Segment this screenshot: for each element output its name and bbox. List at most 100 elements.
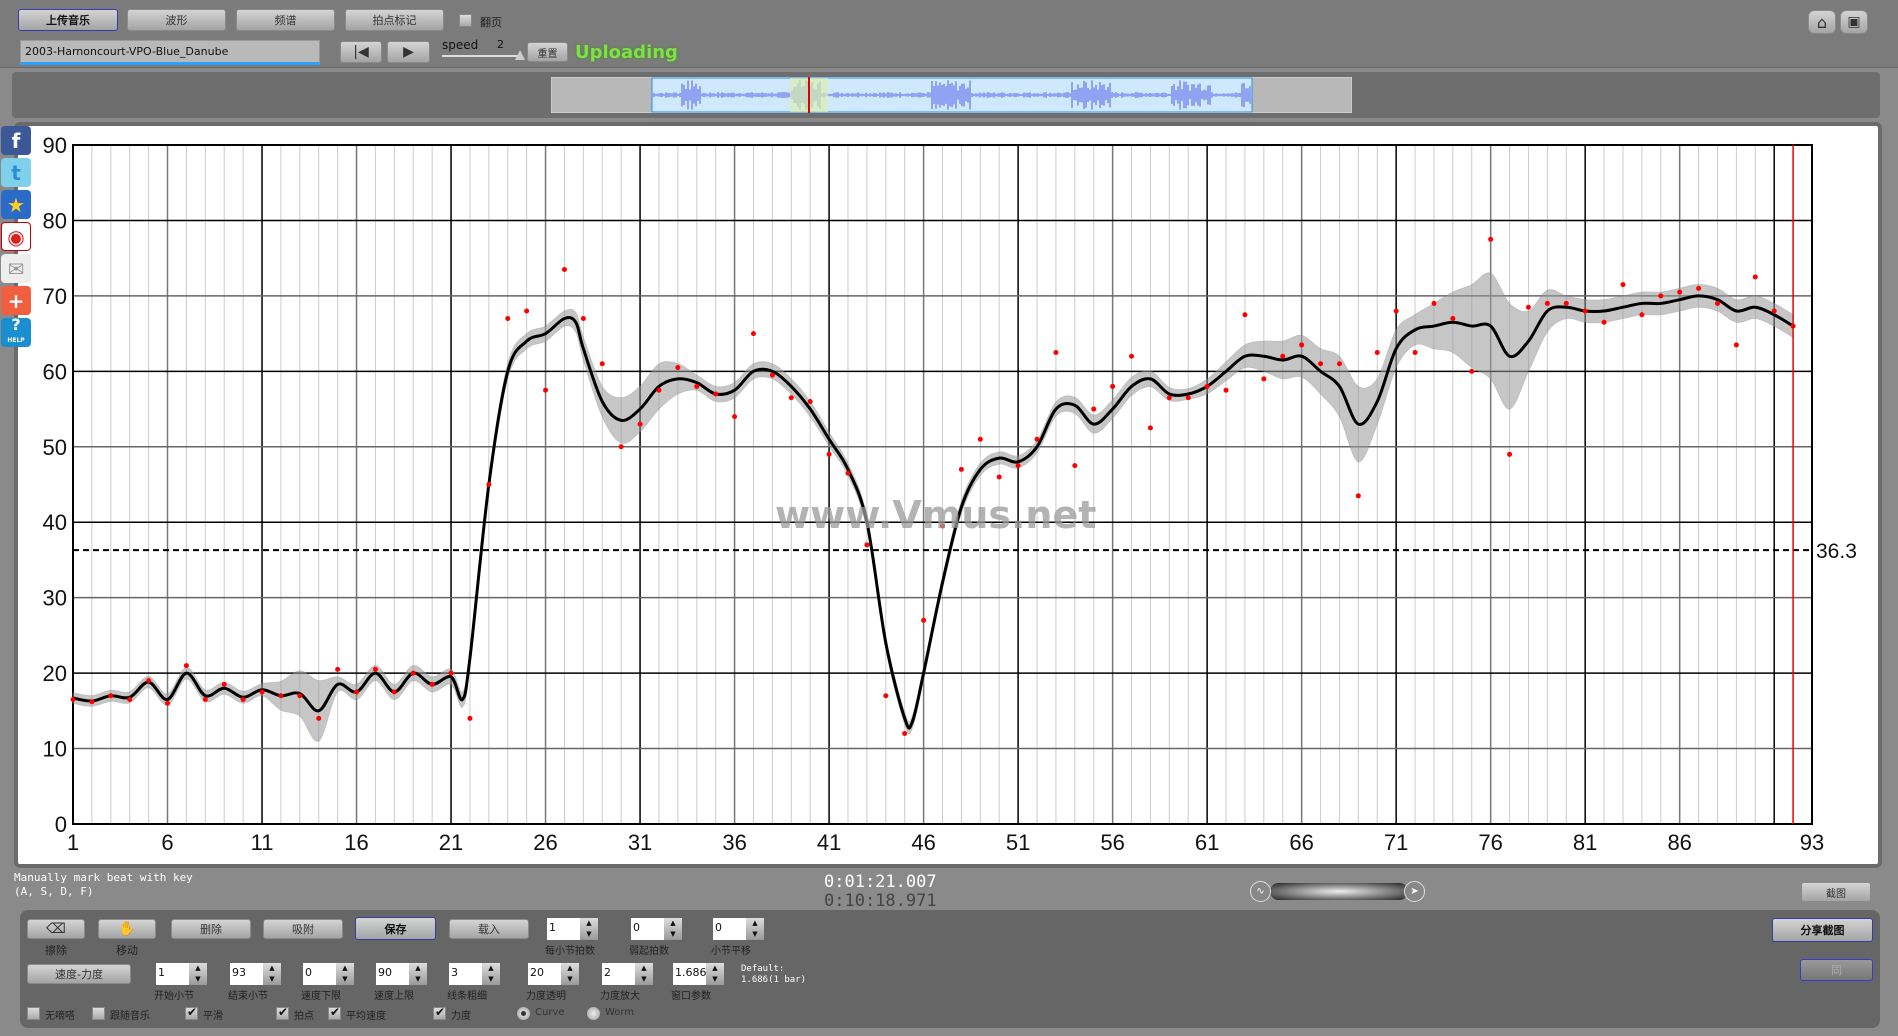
beat-point [1771,308,1777,314]
beat-point [183,663,189,669]
beat-point [1696,285,1702,291]
move-button[interactable]: ✋ [98,919,156,939]
spinner-arrows-icon[interactable]: ▲ ▼ [706,963,724,985]
beat-point [883,693,889,699]
row1-2-spinner[interactable]: 0 ▲ ▼ [713,918,764,940]
row2-4-value[interactable]: 3 [449,963,482,985]
total-time: 0:10:18.971 [824,891,937,911]
spinner-arrows-icon[interactable]: ▲ ▼ [580,918,598,940]
beat-point [335,666,341,672]
view-radio-0[interactable] [517,1007,530,1020]
help-text: HELP [7,336,25,344]
beat-point [1488,236,1494,242]
save-button[interactable]: 保存 [355,917,436,940]
row1-0-spinner[interactable]: 1 ▲ ▼ [547,918,598,940]
beat-point [1053,349,1059,355]
spinner-arrows-icon[interactable]: ▲ ▼ [561,963,579,985]
option-checkbox-0[interactable] [27,1007,40,1020]
row2-0-spinner[interactable]: 1 ▲ ▼ [156,963,207,985]
beat-point [354,689,360,695]
option-checkbox-2[interactable] [185,1005,198,1020]
option-checkbox-1[interactable] [92,1007,105,1020]
beat-point [372,666,378,672]
row2-7-value[interactable]: 1.686 [673,963,707,985]
spinner-arrows-icon[interactable]: ▲ ▼ [263,963,281,985]
row2-0-value[interactable]: 1 [156,963,189,985]
waveform-icon[interactable]: ∿ [1250,881,1271,902]
add-icon[interactable]: + [1,286,31,315]
fast-forward-icon[interactable]: ➤ [1404,881,1425,902]
tempo-chart[interactable]: 01020304050607080901 6 11 16 21 26 31 36 41 46 51 5… [0,0,1898,870]
beat-point [713,391,719,397]
option-checkbox-5[interactable] [433,1005,446,1020]
spinner-arrows-icon[interactable]: ▲ ▼ [482,963,500,985]
facebook-icon[interactable]: f [1,126,31,155]
x-tick-label: 76 [1478,830,1502,855]
beat-point [1147,425,1153,431]
playback-slider[interactable]: ∿ ➤ [1250,881,1426,902]
y-tick-label: 60 [43,359,67,384]
load-button[interactable]: 载入 [449,919,529,939]
beat-point [146,678,152,684]
spinner-arrows-icon[interactable]: ▲ ▼ [664,918,682,940]
sync-button[interactable]: 同 [1800,959,1873,981]
row2-6-value[interactable]: 2 [602,963,635,985]
x-tick-label: 46 [911,830,935,855]
eraser-button[interactable]: ⌫ [27,919,85,939]
beat-point [1620,282,1626,288]
move-label: 移动 [116,944,138,957]
row2-5-spinner[interactable]: 20 ▲ ▼ [528,963,579,985]
spinner-arrows-icon[interactable]: ▲ ▼ [336,963,354,985]
tempo-dynamics-button[interactable]: 速度-力度 [27,964,131,984]
beat-point [1544,300,1550,306]
beat-point [1015,463,1021,469]
beat-point [1658,293,1664,299]
row2-2-spinner[interactable]: 0 ▲ ▼ [303,963,354,985]
beat-point [1355,493,1361,499]
row2-3-spinner[interactable]: 90 ▲ ▼ [376,963,427,985]
delete-button[interactable]: 删除 [171,919,251,939]
beat-point [278,693,284,699]
view-radio-label-1: Worm [605,1007,635,1018]
option-checkbox-3[interactable] [276,1005,289,1020]
beat-point [1450,316,1456,322]
twitter-icon[interactable]: t [1,158,31,187]
row2-1-label: 结束小节 [228,991,268,1002]
beat-point [561,266,567,272]
row2-7-spinner[interactable]: 1.686 ▲ ▼ [673,963,724,985]
option-label-1: 跟随音乐 [110,1011,150,1022]
row2-1-spinner[interactable]: 93 ▲ ▼ [230,963,281,985]
row1-1-value[interactable]: 0 [631,918,664,940]
row2-5-value[interactable]: 20 [528,963,561,985]
view-radio-1[interactable] [587,1007,600,1020]
spinner-arrows-icon[interactable]: ▲ ▼ [409,963,427,985]
screenshot-button[interactable]: 截图 [1801,882,1871,902]
row1-2-value[interactable]: 0 [713,918,746,940]
spinner-arrows-icon[interactable]: ▲ ▼ [746,918,764,940]
weibo-icon[interactable]: ◉ [1,222,31,251]
beat-point [977,436,983,442]
row2-5-label: 力度透明 [526,991,566,1002]
x-tick-label: 61 [1195,830,1219,855]
help-icon[interactable]: ? HELP [1,316,31,347]
row2-3-value[interactable]: 90 [376,963,409,985]
beat-point [448,670,454,676]
beat-point [1431,300,1437,306]
row2-6-spinner[interactable]: 2 ▲ ▼ [602,963,653,985]
option-checkbox-4[interactable] [328,1005,341,1020]
share-screenshot-button[interactable]: 分享截图 [1772,918,1873,942]
row1-1-spinner[interactable]: 0 ▲ ▼ [631,918,682,940]
beat-point [1469,368,1475,374]
row1-0-value[interactable]: 1 [547,918,580,940]
row2-4-spinner[interactable]: 3 ▲ ▼ [449,963,500,985]
snap-button[interactable]: 吸附 [263,919,343,939]
x-tick-label: 71 [1384,830,1408,855]
beat-point [1733,342,1739,348]
row2-2-value[interactable]: 0 [303,963,336,985]
row2-1-value[interactable]: 93 [230,963,263,985]
qzone-icon[interactable]: ★ [1,190,31,219]
spinner-arrows-icon[interactable]: ▲ ▼ [189,963,207,985]
spinner-arrows-icon[interactable]: ▲ ▼ [635,963,653,985]
email-icon[interactable]: ✉ [1,254,31,283]
x-tick-label: 41 [817,830,841,855]
